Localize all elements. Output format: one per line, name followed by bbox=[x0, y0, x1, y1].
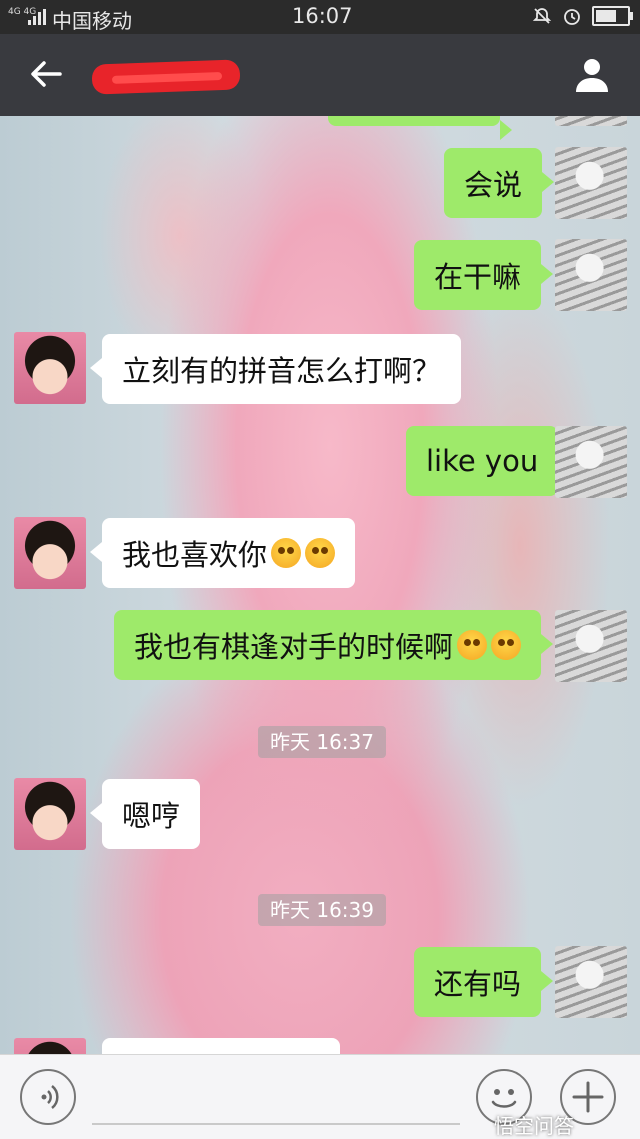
message-outgoing[interactable]: 会说 bbox=[444, 148, 555, 218]
blush-emoji-icon bbox=[271, 538, 302, 568]
avatar-contact[interactable] bbox=[14, 332, 86, 404]
timestamp: 昨天 16:37 bbox=[258, 726, 386, 758]
message-incoming[interactable]: 我也喜欢你 bbox=[89, 518, 356, 588]
message-outgoing[interactable]: 我也有棋逢对手的时候啊 bbox=[114, 610, 554, 680]
avatar-self[interactable] bbox=[555, 116, 627, 126]
message-bubble-partial[interactable] bbox=[328, 116, 512, 140]
avatar-self[interactable] bbox=[555, 147, 627, 219]
message-incoming[interactable]: 立刻有的拼音怎么打啊？ bbox=[89, 334, 462, 404]
message-bubble-partial[interactable] bbox=[102, 1038, 340, 1054]
avatar-contact[interactable] bbox=[14, 517, 86, 589]
avatar-contact[interactable] bbox=[14, 1038, 86, 1054]
message-text: 我也有棋逢对手的时候啊 bbox=[134, 630, 454, 664]
arrow-left-icon[interactable] bbox=[26, 54, 66, 94]
message-text: 我也喜欢你 bbox=[122, 538, 268, 572]
message-incoming[interactable]: 嗯哼 bbox=[89, 779, 201, 849]
message-outgoing[interactable]: like you bbox=[406, 426, 571, 496]
avatar-self[interactable] bbox=[555, 426, 627, 498]
chat-area[interactable]: 会说 在干嘛 立刻有的拼音怎么打啊？ like you 我也喜欢你 我也有棋逢对… bbox=[0, 116, 640, 1054]
person-icon[interactable] bbox=[572, 54, 612, 94]
message-input[interactable] bbox=[92, 1123, 460, 1125]
avatar-self[interactable] bbox=[555, 239, 627, 311]
carrier-label: 中国移动 bbox=[52, 9, 132, 33]
timestamp: 昨天 16:39 bbox=[258, 894, 386, 926]
status-bar: 4G 4G 中国移动 16:07 bbox=[0, 0, 640, 34]
crying-laughing-emoji-icon bbox=[491, 630, 522, 660]
voice-icon[interactable] bbox=[20, 1069, 76, 1125]
blush-emoji-icon bbox=[305, 538, 336, 568]
battery-icon bbox=[592, 6, 633, 26]
title-bar bbox=[0, 34, 640, 116]
message-outgoing[interactable]: 在干嘛 bbox=[414, 240, 554, 310]
alarm-icon bbox=[564, 9, 580, 25]
bell-off-icon bbox=[532, 8, 552, 24]
watermark: 悟空问答 bbox=[494, 1114, 574, 1138]
chat-title-redacted bbox=[91, 59, 241, 95]
crying-laughing-emoji-icon bbox=[457, 630, 488, 660]
avatar-self[interactable] bbox=[555, 946, 627, 1018]
avatar-self[interactable] bbox=[555, 610, 627, 682]
clock: 16:07 bbox=[292, 4, 353, 28]
signal-icon bbox=[28, 9, 48, 25]
avatar-contact[interactable] bbox=[14, 778, 86, 850]
message-outgoing[interactable]: 还有吗 bbox=[414, 947, 554, 1017]
